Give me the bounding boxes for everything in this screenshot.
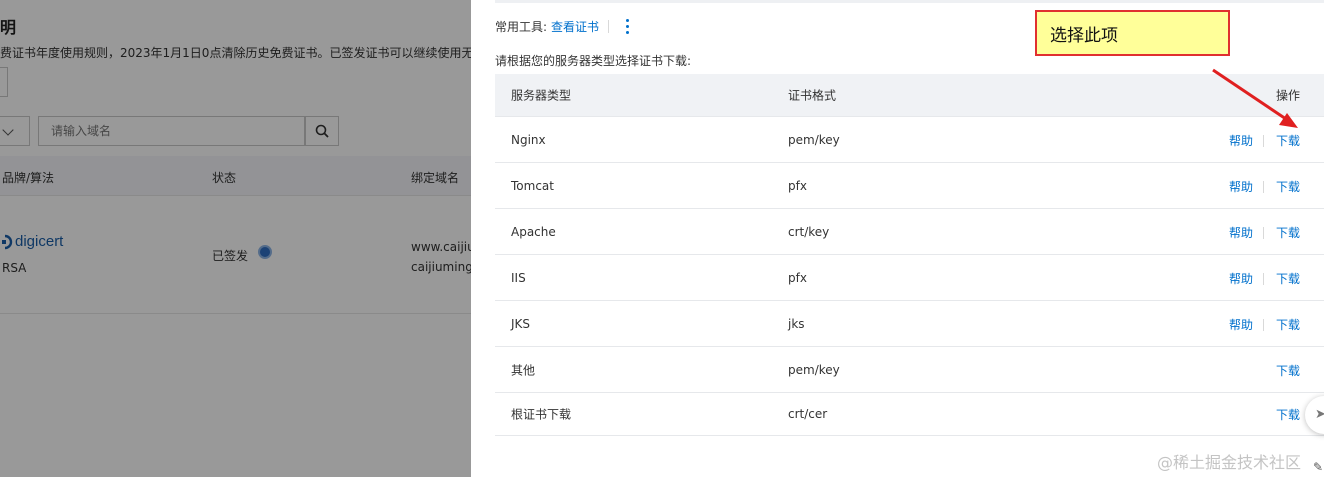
help-link[interactable]: 帮助	[1229, 316, 1253, 333]
download-link[interactable]: 下载	[1276, 132, 1300, 149]
action-divider	[1262, 318, 1264, 331]
common-tools-bar: 常用工具: 查看证书	[495, 17, 631, 35]
column-header-actions: 操作	[1275, 88, 1300, 103]
row-actions: 帮助 下载	[1229, 224, 1300, 241]
table-row: 根证书下载 crt/cer 下载	[495, 393, 1324, 436]
feedback-icon: ➤	[1315, 407, 1324, 422]
download-link[interactable]: 下载	[1276, 270, 1300, 287]
row-actions: 下载	[1276, 362, 1300, 379]
cert-format-cell: pfx	[788, 270, 807, 285]
table-header: 服务器类型 证书格式 操作	[495, 74, 1324, 117]
help-link[interactable]: 帮助	[1229, 132, 1253, 149]
action-divider	[1262, 226, 1264, 239]
table-row: IIS pfx 帮助 下载	[495, 255, 1324, 301]
column-header-cert-format: 证书格式	[788, 88, 837, 103]
view-certificate-link[interactable]: 查看证书	[551, 18, 599, 35]
cert-format-cell: crt/key	[788, 224, 830, 239]
download-link[interactable]: 下载	[1276, 362, 1300, 379]
cert-format-cell: pem/key	[788, 132, 840, 147]
row-actions: 帮助 下载	[1229, 270, 1300, 287]
drawer-top-divider	[495, 0, 1324, 3]
row-actions: 帮助 下载	[1229, 316, 1300, 333]
annotation-callout: 选择此项	[1035, 10, 1230, 56]
certificate-download-drawer: 常用工具: 查看证书 请根据您的服务器类型选择证书下载: 服务器类型 证书格式 …	[471, 0, 1324, 477]
download-hint: 请根据您的服务器类型选择证书下载:	[495, 54, 692, 68]
edit-icon: ✎	[1313, 460, 1324, 474]
server-type-cell: JKS	[511, 316, 531, 331]
row-actions: 帮助 下载	[1229, 178, 1300, 195]
callout-text: 选择此项	[1050, 26, 1118, 46]
action-divider	[1262, 134, 1264, 147]
cert-format-cell: pem/key	[788, 362, 840, 377]
download-link[interactable]: 下载	[1276, 316, 1300, 333]
table-row: 其他 pem/key 下载	[495, 347, 1324, 393]
action-divider	[1262, 272, 1264, 285]
download-link[interactable]: 下载	[1276, 224, 1300, 241]
server-type-cell: Apache	[511, 224, 556, 239]
watermark: @稀土掘金技术社区	[1157, 453, 1302, 472]
row-actions: 帮助 下载	[1229, 132, 1300, 149]
table-row: JKS jks 帮助 下载	[495, 301, 1324, 347]
cert-format-cell: crt/cer	[788, 407, 828, 421]
server-type-cell: 根证书下载	[511, 407, 572, 422]
tools-divider	[608, 19, 610, 33]
more-options-icon[interactable]	[623, 17, 631, 35]
action-divider	[1262, 180, 1264, 193]
help-link[interactable]: 帮助	[1229, 178, 1253, 195]
modal-overlay[interactable]	[0, 0, 471, 477]
tools-label: 常用工具:	[495, 19, 548, 34]
table-row: Nginx pem/key 帮助 下载	[495, 117, 1324, 163]
server-type-cell: 其他	[511, 363, 536, 377]
download-link[interactable]: 下载	[1276, 406, 1300, 423]
server-type-table: 服务器类型 证书格式 操作 Nginx pem/key 帮助 下载 Tomcat…	[495, 74, 1324, 436]
table-row: Apache crt/key 帮助 下载	[495, 209, 1324, 255]
row-actions: 下载	[1276, 406, 1300, 423]
server-type-cell: Tomcat	[511, 178, 554, 193]
table-row: Tomcat pfx 帮助 下载	[495, 163, 1324, 209]
help-link[interactable]: 帮助	[1229, 270, 1253, 287]
cert-format-cell: jks	[788, 316, 805, 331]
cert-format-cell: pfx	[788, 178, 807, 193]
server-type-cell: Nginx	[511, 132, 546, 147]
column-header-server-type: 服务器类型	[511, 88, 572, 103]
download-link[interactable]: 下载	[1276, 178, 1300, 195]
server-type-cell: IIS	[511, 270, 526, 285]
help-link[interactable]: 帮助	[1229, 224, 1253, 241]
